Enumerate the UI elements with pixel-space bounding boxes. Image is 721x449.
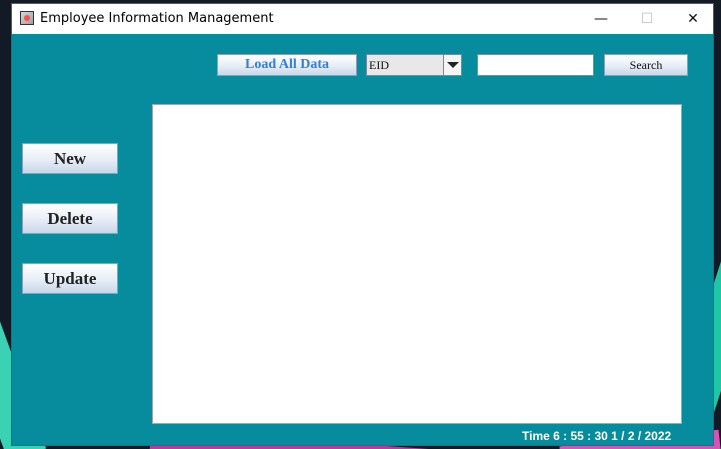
employee-table[interactable] — [152, 104, 682, 424]
app-window: Employee Information Management — ☐ ✕ Lo… — [12, 4, 713, 445]
status-time: Time 6 : 55 : 30 1 / 2 / 2022 — [522, 429, 672, 443]
search-field-select[interactable]: EID — [366, 54, 462, 76]
window-title: Employee Information Management — [40, 11, 274, 26]
load-all-data-button[interactable]: Load All Data — [217, 54, 357, 76]
chevron-down-icon[interactable] — [443, 55, 461, 75]
new-button[interactable]: New — [22, 143, 118, 174]
search-input[interactable] — [477, 54, 594, 76]
search-field-value: EID — [369, 58, 389, 72]
update-button[interactable]: Update — [22, 263, 118, 294]
minimize-button[interactable]: — — [578, 4, 624, 34]
app-icon — [20, 11, 34, 25]
maximize-button[interactable]: ☐ — [624, 4, 670, 34]
search-button[interactable]: Search — [604, 54, 688, 76]
delete-button[interactable]: Delete — [22, 203, 118, 234]
title-bar[interactable]: Employee Information Management — ☐ ✕ — [12, 4, 713, 34]
close-button[interactable]: ✕ — [670, 4, 716, 34]
